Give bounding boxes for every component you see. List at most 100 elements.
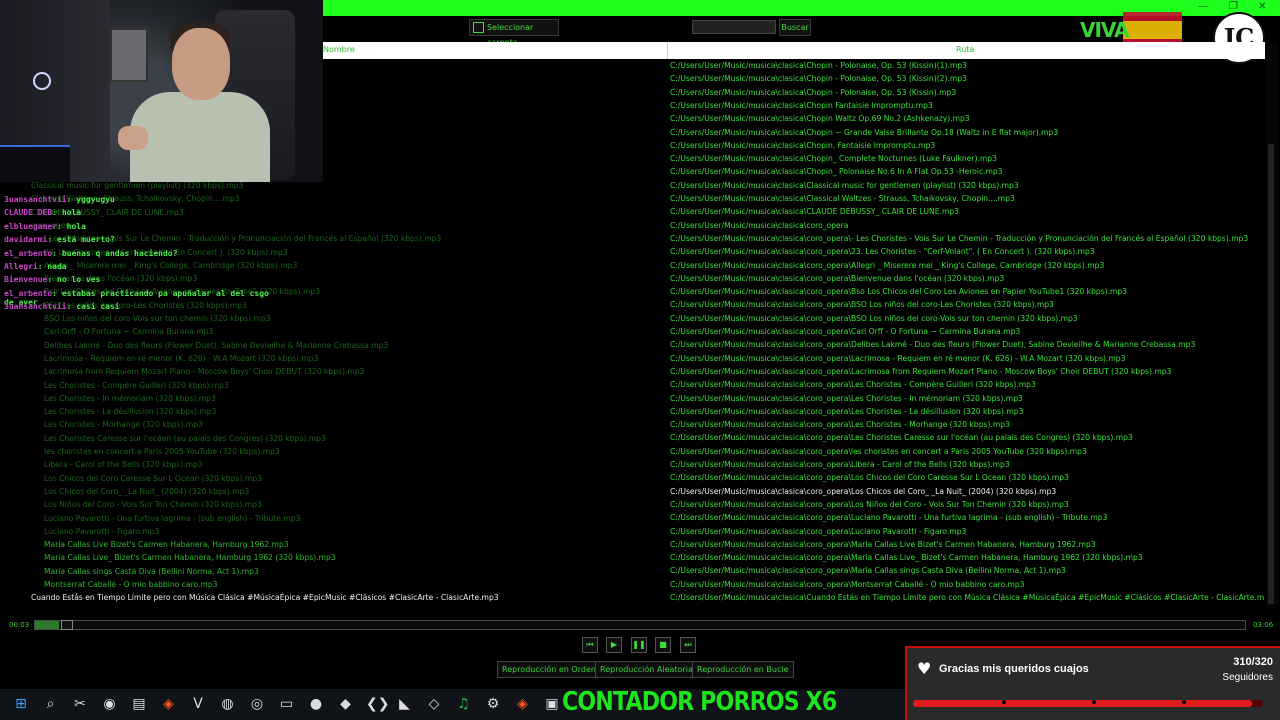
file-path-row[interactable]: C:/Users/User/Music/musica\clasica\Chopi… [670, 165, 1003, 178]
file-name-row[interactable]: Luciano Pavarotti - Figaro.mp3 [44, 525, 159, 538]
list-scrollbar[interactable] [1266, 42, 1278, 608]
file-name-row[interactable]: Maria Callas Live Bizet's Carmen Habaner… [44, 538, 289, 551]
file-path-row[interactable]: C:/Users/User/Music/musica\clasica\Chopi… [670, 112, 970, 125]
mode-loop-button[interactable]: Reproducción en Bucle [692, 661, 794, 678]
capcut-icon[interactable]: ✂ [71, 695, 89, 713]
file-name-row[interactable]: Delibes Lakmé - Duo des fleurs (Flower D… [44, 339, 388, 352]
file-path-row[interactable]: C:/Users/User/Music/musica\clasica\coro_… [670, 564, 1066, 577]
file-path-row[interactable]: C:/Users/User/Music/musica\clasica\coro_… [670, 578, 1025, 591]
search-input[interactable] [692, 20, 776, 34]
file-path-row[interactable]: C:/Users/User/Music/musica\clasica\coro_… [670, 352, 1125, 365]
close-icon[interactable]: ✕ [1258, 1, 1266, 12]
file-path-row[interactable]: C:/Users/User/Music/musica\clasica\CLAUD… [670, 205, 959, 218]
vivaldi-icon[interactable]: V [189, 695, 207, 713]
select-folder-button[interactable]: Seleccionar carpeta [469, 19, 559, 47]
file-path-row[interactable]: C:/Users/User/Music/musica\clasica\coro_… [670, 431, 1133, 444]
brave-icon[interactable]: ◈ [160, 695, 178, 713]
column-header-path[interactable]: Ruta [956, 45, 974, 54]
box-icon[interactable]: ◆ [337, 695, 355, 713]
file-name-row[interactable]: Les Choristes Caresse sur l'océan (au pa… [44, 432, 326, 445]
scrollbar-thumb[interactable] [1268, 144, 1274, 604]
minimize-icon[interactable]: — [1198, 1, 1208, 12]
file-path-row[interactable]: C:/Users/User/Music/musica\clasica\Class… [670, 192, 1015, 205]
file-name-row[interactable]: Les Choristes - La désillusion (320 kbps… [44, 405, 216, 418]
unity-icon[interactable]: ◇ [425, 695, 443, 713]
stop-button[interactable]: ■ [655, 637, 671, 653]
play-button[interactable]: ▶ [606, 637, 622, 653]
chrome-icon[interactable]: ◎ [248, 695, 266, 713]
file-name-row[interactable]: Les Choristes - In mémoriam (320 kbps).m… [44, 392, 216, 405]
file-path-row[interactable]: C:/Users/User/Music/musica\clasica\coro_… [670, 312, 1078, 325]
file-name-row[interactable]: Les Choristes - Compère Guilleri (320 kb… [44, 379, 229, 392]
windows-icon[interactable]: ⊞ [12, 695, 30, 713]
file-path-row[interactable]: C:/Users/User/Music/musica\clasica\Cuand… [670, 591, 1265, 604]
file-name-row[interactable]: Luciano Pavarotti - Una furtiva lagrima … [44, 512, 300, 525]
spotify-icon[interactable]: ♫ [455, 695, 473, 713]
file-path-row[interactable]: C:/Users/User/Music/musica\clasica\coro_… [670, 538, 1096, 551]
maximize-icon[interactable]: ❐ [1229, 1, 1238, 12]
file-path-row[interactable]: C:/Users/User/Music/musica\clasica\Chopi… [670, 72, 967, 85]
file-path-row[interactable]: C:/Users/User/Music/musica\clasica\Class… [670, 179, 1019, 192]
progress-handle[interactable] [61, 620, 74, 630]
discord-icon[interactable]: ◍ [219, 695, 237, 713]
file-path-row[interactable]: C:/Users/User/Music/musica\clasica\coro_… [670, 445, 1087, 458]
file-name-row[interactable]: les choristes en concert a Paris 2005 Yo… [44, 445, 280, 458]
file-path-row[interactable]: C:/Users/User/Music/musica\clasica\Chopi… [670, 86, 956, 99]
file-name-row[interactable]: Libera - Carol of the Bells (320 kbps).m… [44, 458, 203, 471]
column-divider[interactable] [667, 42, 668, 59]
steam-icon[interactable]: ⚙ [484, 695, 502, 713]
file-path-row[interactable]: C:/Users/User/Music/musica\clasica\Chopi… [670, 99, 933, 112]
file-path-row[interactable]: C:/Users/User/Music/musica\clasica\coro_… [670, 285, 1127, 298]
file-name-row[interactable]: Cuando Estás en Tiempo Límite pero con M… [31, 591, 499, 604]
file-path-row[interactable]: C:/Users/User/Music/musica\clasica\coro_… [670, 498, 1069, 511]
file-path-row[interactable]: C:/Users/User/Music/musica\clasica\coro_… [670, 418, 1010, 431]
file-path-row[interactable]: C:/Users/User/Music/musica\clasica\coro_… [670, 471, 1069, 484]
folder-icon[interactable]: ▭ [278, 695, 296, 713]
file-path-row[interactable]: C:/Users/User/Music/musica\clasica\coro_… [670, 298, 1054, 311]
file-name-row[interactable]: Los Chicos del Coro Caresse Sur L Ocean … [44, 472, 262, 485]
epic-icon[interactable]: ◣ [396, 695, 414, 713]
file-name-row[interactable]: Los Chicos del Coro_ _La Nuit_ (2004) (3… [44, 485, 249, 498]
terminal-icon[interactable]: ▣ [543, 695, 561, 713]
file-name-row[interactable]: Los Niños del Coro - Vois Sur Ton Chemin… [44, 498, 262, 511]
file-path-row[interactable]: C:/Users/User/Music/musica\clasica\coro_… [670, 511, 1107, 524]
previous-button[interactable]: ⏮ [582, 637, 598, 653]
search-button[interactable]: Buscar [779, 19, 811, 36]
file-path-row[interactable]: C:/Users/User/Music/musica\clasica\coro_… [670, 485, 1056, 498]
file-path-row[interactable]: C:/Users/User/Music/musica\clasica\Chopi… [670, 126, 1058, 139]
file-path-row[interactable]: C:/Users/User/Music/musica\clasica\coro_… [670, 458, 1010, 471]
file-path-row[interactable]: C:/Users/User/Music/musica\clasica\coro_… [670, 405, 1023, 418]
file-path-row[interactable]: C:/Users/User/Music/musica\clasica\coro_… [670, 232, 1248, 245]
edge-icon[interactable]: ◉ [101, 695, 119, 713]
file-path-row[interactable]: C:/Users/User/Music/musica\clasica\coro_… [670, 259, 1104, 272]
next-button[interactable]: ⏭ [680, 637, 696, 653]
file-path-row[interactable]: C:/Users/User/Music/musica\clasica\Chopi… [670, 139, 935, 152]
progress-bar[interactable] [34, 620, 1246, 630]
file-path-row[interactable]: C:/Users/User/Music/musica\clasica\coro_… [670, 525, 966, 538]
file-path-row[interactable]: C:/Users/User/Music/musica\clasica\coro_… [670, 245, 1095, 258]
file-path-row[interactable]: C:/Users/User/Music/musica\clasica\coro_… [670, 365, 1171, 378]
obs-icon[interactable]: ● [307, 695, 325, 713]
file-name-row[interactable]: Montserrat Caballé - O mio babbino caro.… [44, 578, 217, 591]
file-path-row[interactable]: C:/Users/User/Music/musica\clasica\coro_… [670, 325, 1020, 338]
mode-random-button[interactable]: Reproducción Aleatoria [595, 661, 698, 678]
pause-button[interactable]: ❚❚ [631, 637, 647, 653]
vscode-icon[interactable]: ❮❯ [366, 695, 389, 713]
brave2-icon[interactable]: ◈ [514, 695, 532, 713]
file-name-row[interactable]: Maria Callas Live_ Bizet's Carmen Habane… [44, 551, 336, 564]
file-name-row[interactable]: Les Choristes - Morhange (320 kbps).mp3 [44, 418, 203, 431]
file-path-row[interactable]: C:/Users/User/Music/musica\clasica\coro_… [670, 338, 1195, 351]
file-name-row[interactable]: Maria Callas sings Casta Diva (Bellini N… [44, 565, 259, 578]
search-icon[interactable]: ⌕ [42, 695, 60, 713]
files-icon[interactable]: ▤ [130, 695, 148, 713]
file-path-row[interactable]: C:/Users/User/Music/musica\clasica\coro_… [670, 378, 1036, 391]
file-path-row[interactable]: C:/Users/User/Music/musica\clasica\coro_… [670, 551, 1143, 564]
file-path-row[interactable]: C:/Users/User/Music/musica\clasica\coro_… [670, 392, 1023, 405]
column-header-name[interactable]: Nombre [323, 45, 355, 54]
file-name-row[interactable]: Lacrimosa from Requiem Mozart Piano - Mo… [44, 365, 364, 378]
mode-order-button[interactable]: Reproducción en Orden [497, 661, 601, 678]
file-path-row[interactable]: C:/Users/User/Music/musica\clasica\coro_… [670, 272, 1004, 285]
file-path-row[interactable]: C:/Users/User/Music/musica\clasica\coro_… [670, 219, 848, 232]
file-name-row[interactable]: Lacrimosa - Requiem en ré menor (K. 626)… [44, 352, 318, 365]
file-path-row[interactable]: C:/Users/User/Music/musica\clasica\Chopi… [670, 59, 967, 72]
